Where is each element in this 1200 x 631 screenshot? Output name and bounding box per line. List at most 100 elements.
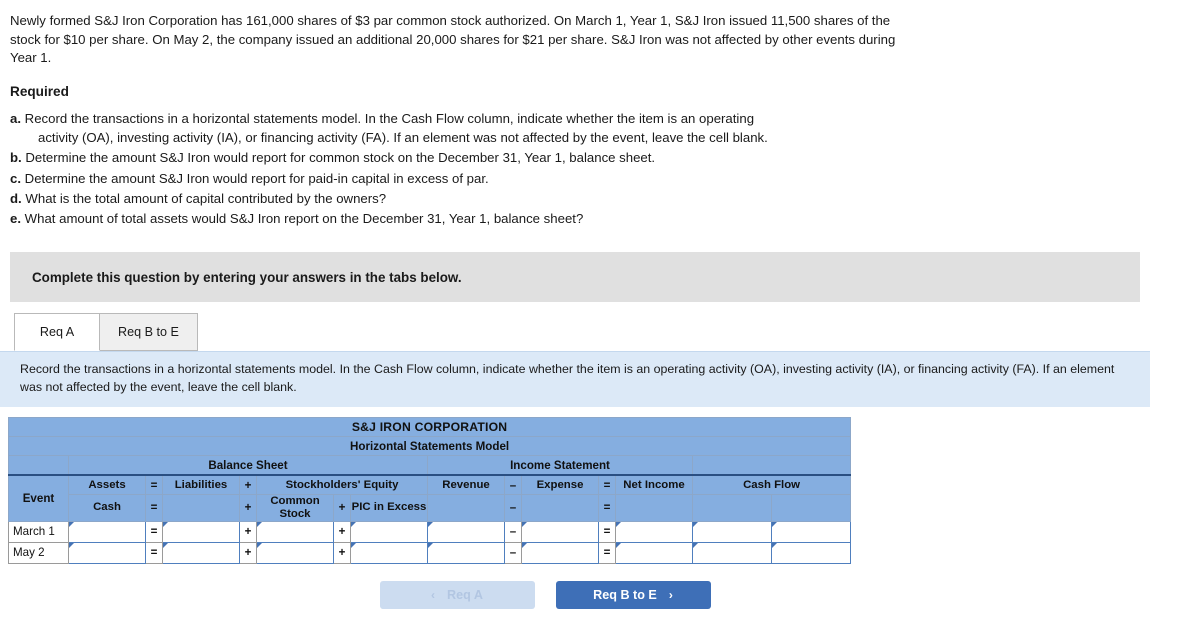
column-header-assets: Assets [68,474,146,496]
cell-cash-flow-activity-march-1[interactable] [770,520,852,543]
table-subcolumn-header-row: Cash = + Common Stock + PIC in Excess – … [9,494,852,522]
subcolumn-header-net-income [615,494,693,522]
column-header-expense: Expense [521,474,599,496]
operator-plus-row-march-1: + [239,520,257,543]
required-heading: Required [10,84,69,100]
operator-equals-assets-header: = [145,474,163,496]
instructions-banner: Complete this question by entering your … [10,252,1140,303]
table-group-row: Balance Sheet Income Statement [8,455,852,476]
operator-equals-netincome-row-may-2: = [598,541,616,564]
requirement-text-e: What amount of total assets would S&J Ir… [24,210,584,226]
cell-cash-flow-activity-may-2[interactable] [770,541,852,564]
requirement-text-b: Determine the amount S&J Iron would repo… [25,150,656,166]
cell-expense-may-2[interactable] [521,541,599,564]
operator-plus-liabilities-header: + [239,474,257,496]
operator-plus-row-may-2: + [239,541,257,564]
cell-cash-flow-amount-may-2[interactable] [692,541,772,564]
table-title-row: S&J IRON CORPORATION [7,417,852,438]
chevron-right-icon: › [668,587,673,602]
cell-cash-flow-amount-march-1[interactable] [692,520,772,543]
task-instruction-text: Record the transactions in a horizontal … [20,362,1115,395]
requirement-marker-c: c. [10,170,21,186]
requirement-marker-d: d. [10,190,22,206]
subcolumn-header-common-stock: Common Stock [256,494,334,522]
table-column-header-row: Event Assets = Liabilities + Stockholder… [8,474,852,522]
cell-net-income-may-2[interactable] [615,541,693,564]
subcolumn-header-cash: Cash [68,494,146,522]
operator-equals-row-may-2: = [145,541,163,564]
instructions-banner-text: Complete this question by entering your … [32,269,462,285]
row-event-label-may-2: May 2 [8,541,69,564]
operator-minus-sub: – [504,494,522,522]
problem-text: Newly formed S&J Iron Corporation has 16… [10,13,896,66]
tab-req-a-label: Req A [39,325,75,340]
table-row: March 1 = + + – = [8,520,852,543]
row-event-label-march-1: March 1 [8,520,69,543]
operator-plus-sub: + [239,494,257,522]
required-list: a. Record the transactions in a horizont… [10,109,890,228]
requirement-text-a: Record the transactions in a horizontal … [24,111,755,127]
requirement-text-a-cont: activity (OA), investing activity (IA), … [38,130,768,146]
operator-equals-sub: = [145,494,163,522]
horizontal-statements-table-container: S&J IRON CORPORATION Horizontal Statemen… [7,417,1200,564]
cell-cash-march-1[interactable] [68,520,146,543]
table-row: May 2 = + + – = [8,541,852,564]
cell-common-stock-march-1[interactable] [256,520,334,543]
column-header-liabilities: Liabilities [162,474,240,496]
operator-minus-revenue-header: – [504,474,522,496]
group-row-spacer [8,455,69,476]
cell-revenue-march-1[interactable] [427,520,505,543]
column-header-revenue: Revenue [427,474,505,496]
requirement-marker-e: e. [10,210,21,226]
problem-statement: Newly formed S&J Iron Corporation has 16… [0,0,916,68]
cell-liabilities-march-1[interactable] [162,520,240,543]
chevron-left-icon: ‹ [431,587,436,602]
group-balance-sheet: Balance Sheet [68,455,428,476]
subcolumn-header-revenue [427,494,505,522]
requirement-item-b: b. Determine the amount S&J Iron would r… [10,148,890,167]
group-cash-flow-spacer [691,455,852,476]
operator-plus-equity-row-may-2: + [333,541,351,564]
group-income-statement: Income Statement [427,455,693,476]
column-header-net-income: Net Income [615,474,693,496]
tab-req-a[interactable]: Req A [14,313,100,352]
statement-subtitle: Horizontal Statements Model [7,436,852,457]
operator-minus-row-march-1: – [504,520,522,543]
cell-pic-in-excess-march-1[interactable] [350,520,428,543]
requirement-item-a: a. Record the transactions in a horizont… [10,109,890,147]
tab-req-b-to-e[interactable]: Req B to E [100,313,198,352]
subcolumn-header-cash-flow-activity [770,494,852,522]
company-title: S&J IRON CORPORATION [7,417,852,438]
prev-req-a-button[interactable]: ‹ Req A [379,580,535,609]
requirement-item-c: c. Determine the amount S&J Iron would r… [10,169,890,188]
requirement-item-e: e. What amount of total assets would S&J… [10,209,890,228]
requirement-marker-a: a. [10,111,21,127]
subcolumn-header-expense [521,494,599,522]
operator-equals-row-march-1: = [145,520,163,543]
cell-common-stock-may-2[interactable] [256,541,334,564]
column-header-cash-flow: Cash Flow [691,474,852,496]
tab-req-b-to-e-label: Req B to E [118,325,179,340]
column-header-event: Event [8,474,69,522]
cell-expense-march-1[interactable] [521,520,599,543]
cell-revenue-may-2[interactable] [427,541,505,564]
cell-liabilities-may-2[interactable] [162,541,240,564]
cell-pic-in-excess-may-2[interactable] [350,541,428,564]
table-subtitle-row: Horizontal Statements Model [7,436,852,457]
horizontal-statements-table: S&J IRON CORPORATION Horizontal Statemen… [7,417,852,564]
requirement-text-d: What is the total amount of capital cont… [25,190,387,206]
operator-equals-netincome-row-march-1: = [598,520,616,543]
subcolumn-header-liabilities [162,494,240,522]
cell-net-income-march-1[interactable] [615,520,693,543]
next-req-b-to-e-button[interactable]: Req B to E › [555,580,711,609]
next-req-b-to-e-label: Req B to E [593,587,657,602]
subcolumn-header-pic-in-excess: PIC in Excess [350,494,428,522]
cell-cash-may-2[interactable] [68,541,146,564]
task-instruction-box: Record the transactions in a horizontal … [0,351,1150,408]
subcolumn-header-cash-flow-amount [692,494,772,522]
requirement-marker-b: b. [10,150,22,166]
operator-equals-expense-header: = [598,474,616,496]
tab-bar: Req A Req B to E [14,311,1200,352]
operator-equals-netincome-sub: = [598,494,616,522]
requirement-item-d: d. What is the total amount of capital c… [10,189,890,208]
